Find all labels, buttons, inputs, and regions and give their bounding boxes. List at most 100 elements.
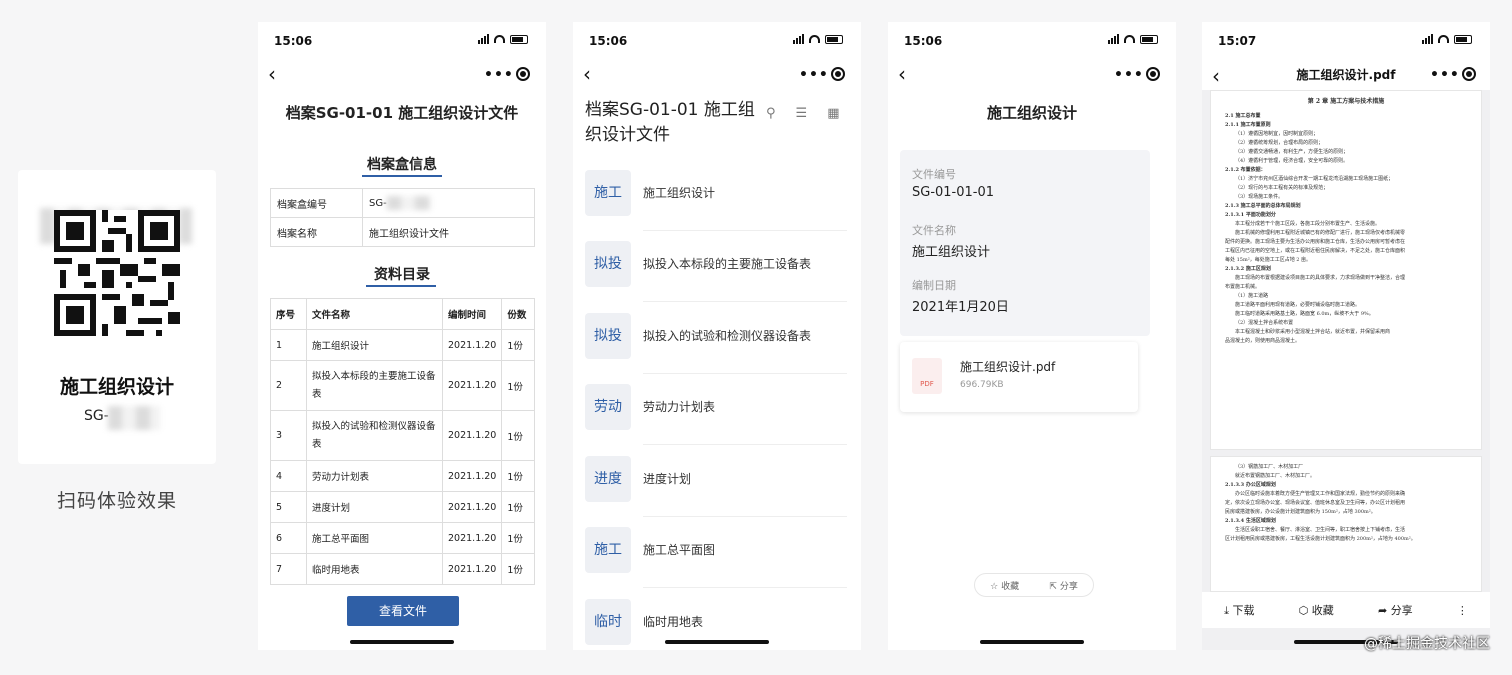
qr-code (54, 210, 180, 342)
qr-code-text: SG- (84, 408, 109, 424)
collect-button[interactable]: ☆ 收藏 (990, 579, 1019, 592)
list-item[interactable]: 施工 施工组织设计 (585, 170, 847, 242)
pdf-text-line: 品混凝土的，则使用商品混凝土。 (1225, 338, 1301, 344)
pdf-text-line: 2.1.3.4 生活区域规划 (1225, 518, 1276, 524)
list-item[interactable]: 劳动 劳动力计划表 (585, 384, 847, 456)
table-row[interactable]: 7 临时用地表 2021.1.20 1份 (270, 553, 535, 585)
pdf-text-line: 本工程混凝土和砂浆采用小型混凝土拌合站，就近布置，并保留采用商 (1235, 329, 1391, 335)
item-tag: 施工 (585, 170, 631, 216)
status-icons (1422, 34, 1472, 44)
list-item[interactable]: 拟投 拟投入本标段的主要施工设备表 (585, 241, 847, 313)
file-name-label: 文件名称 (912, 224, 956, 237)
cube-icon: ⬡ (1298, 604, 1312, 617)
signal-icon (1108, 34, 1119, 44)
pdf-toolbar: ⤓ 下载 ⬡ 收藏 ➦ 分享 ⋮ (1202, 592, 1490, 628)
back-icon[interactable]: ‹ (268, 62, 276, 86)
battery-icon (825, 34, 843, 44)
more-vertical-icon[interactable]: ⋮ (1457, 604, 1468, 617)
pdf-text-line: 2.1.3.1 平面功能划分 (1225, 212, 1276, 218)
list-item[interactable]: 施工 施工总平面图 (585, 527, 847, 599)
more-icon[interactable]: ••• (1430, 67, 1460, 83)
status-icons (793, 34, 843, 44)
battery-icon (1140, 34, 1158, 44)
table-row[interactable]: 3 拟投入的试验和检测仪器设备表 2021.1.20 1份 (270, 410, 535, 461)
qr-code-image (54, 210, 180, 336)
home-indicator (350, 640, 454, 644)
grid-view-icon[interactable]: ▦ (827, 106, 839, 121)
back-icon[interactable]: ‹ (898, 62, 906, 86)
pdf-text-line: 就近布置钢筋加工厂、木材加工厂。 (1235, 473, 1316, 479)
status-time: 15:06 (904, 34, 943, 48)
catalog-underline (366, 285, 436, 287)
more-icon[interactable]: ••• (1114, 67, 1144, 83)
pdf-file-icon: PDF (912, 358, 942, 394)
qr-caption: 扫码体验效果 (56, 490, 177, 512)
item-title: 进度计划 (643, 472, 692, 486)
close-miniprogram-icon[interactable] (516, 67, 530, 81)
phone-pdf-viewer: 15:07 ‹ 施工组织设计.pdf ••• 第 2 章 施工方案与技术措施 2.… (1202, 22, 1490, 650)
pdf-text-line: 生活区设职工宿舍、餐厅、淋浴室、卫生间等，职工宿舍按上下铺考虑，生活 (1235, 527, 1406, 533)
close-miniprogram-icon[interactable] (1462, 67, 1476, 81)
item-tag: 进度 (585, 456, 631, 502)
share-icon: ⇱ (1049, 581, 1060, 592)
pdf-page-1: 第 2 章 施工方案与技术措施 2.1 施工总布置 2.1.1 施工布置原则 （1）遵… (1210, 90, 1482, 450)
home-indicator (665, 640, 769, 644)
home-indicator (980, 640, 1084, 644)
table-row[interactable]: 5 进度计划 2021.1.20 1份 (270, 491, 535, 523)
pdf-text-line: 2.1.3 施工总平面的总体布局规划 (1225, 203, 1301, 209)
col-header: 文件名称 (306, 298, 443, 330)
pdf-text-line: 民房或搭建板房，办公设施计划建筑面积为 150m²，占地 300m²。 (1225, 509, 1376, 515)
box-no-value: SG- (362, 188, 535, 218)
pdf-text-line: 办公区临时设施本着既方便生产管理又工作和国家法规，勤俭节约的原则来确 (1235, 491, 1406, 497)
pdf-text-line: 2.1.1 施工布置原则 (1225, 122, 1271, 128)
date-label: 编制日期 (912, 279, 956, 292)
table-row[interactable]: 4 劳动力计划表 2021.1.20 1份 (270, 460, 535, 492)
qr-card: 施工组织设计 SG- (18, 170, 216, 464)
download-button[interactable]: ⤓ 下载 (1224, 602, 1254, 618)
collect-button[interactable]: ⬡ 收藏 (1299, 602, 1334, 618)
share-button[interactable]: ➦ 分享 (1378, 602, 1413, 618)
signal-icon (478, 34, 489, 44)
pdf-text-line: 施工道路平面利用现有道路，必要时铺设临时施工道路。 (1235, 302, 1361, 308)
share-button[interactable]: ⇱ 分享 (1049, 579, 1077, 592)
list-item[interactable]: 进度 进度计划 (585, 456, 847, 528)
item-tag: 施工 (585, 527, 631, 573)
box-name-label: 档案名称 (270, 217, 363, 247)
sort-icon[interactable]: ☰ (796, 106, 808, 121)
pdf-text-line: 第 2 章 施工方案与技术措施 (1307, 98, 1385, 105)
pdf-text-line: 每处 15m²，每处施工工区占地 2 亩。 (1225, 257, 1312, 263)
more-icon[interactable]: ••• (484, 67, 514, 83)
item-title: 施工组织设计 (643, 186, 716, 200)
status-icons (478, 34, 528, 44)
catalog-table: 序号 文件名称 编制时间 份数 1 施工组织设计 2021.1.20 1份 2 拟投入本… (270, 298, 535, 585)
col-header: 份数 (501, 298, 535, 330)
pdf-text-line: （3）遵循交通畅通，有利生产，方便生活的原则； (1235, 149, 1349, 155)
pdf-page-2: （3）钢筋加工厂、木材加工厂 就近布置钢筋加工厂、木材加工厂。 2.1.3.3 办公… (1210, 456, 1482, 592)
table-row[interactable]: 1 施工组织设计 2021.1.20 1份 (270, 329, 535, 361)
pdf-file-size: 696.79KB (960, 380, 1004, 390)
item-title: 拟投入本标段的主要施工设备表 (643, 257, 812, 271)
battery-icon (1454, 34, 1472, 44)
pdf-file-card[interactable]: PDF 施工组织设计.pdf 696.79KB (900, 342, 1138, 412)
close-miniprogram-icon[interactable] (1146, 67, 1160, 81)
page-title: 施工组织设计 (986, 104, 1077, 122)
phone-file-list: 15:06 ‹ ••• 档案SG-01-01 施工组织设计文件 ⚲ ☰ ▦ 施工… (573, 22, 861, 650)
table-header-row: 序号 文件名称 编制时间 份数 (270, 298, 535, 330)
search-icon[interactable]: ⚲ (766, 106, 776, 121)
table-row[interactable]: 6 施工总平面图 2021.1.20 1份 (270, 522, 535, 554)
item-title: 临时用地表 (643, 615, 704, 629)
page-title: 档案SG-01-01 施工组织设计文件 (285, 104, 519, 122)
qr-title: 施工组织设计 (59, 376, 174, 398)
pdf-text-line: 工程区内已征用的空地上，或在工程附近租住民房解决，不足之处，施工仓库面积 (1225, 248, 1406, 254)
page-title: 档案SG-01-01 施工组织设计文件 (585, 100, 755, 145)
status-time: 15:07 (1218, 34, 1257, 48)
pdf-text-line: 2.1.2 布置依据： (1225, 167, 1266, 173)
more-icon[interactable]: ••• (799, 67, 829, 83)
table-row[interactable]: 2 拟投入本标段的主要施工设备表 2021.1.20 1份 (270, 360, 535, 411)
list-item[interactable]: 拟投 拟投入的试验和检测仪器设备表 (585, 313, 847, 385)
pdf-text-line: 施工机械的修理利用工程附近城镇已有的修配厂进行，施工现场仅考虑机械零 (1235, 230, 1406, 236)
view-file-button[interactable]: 查看文件 (347, 596, 459, 626)
back-icon[interactable]: ‹ (583, 62, 591, 86)
box-name-value: 施工组织设计文件 (362, 217, 535, 247)
close-miniprogram-icon[interactable] (831, 67, 845, 81)
